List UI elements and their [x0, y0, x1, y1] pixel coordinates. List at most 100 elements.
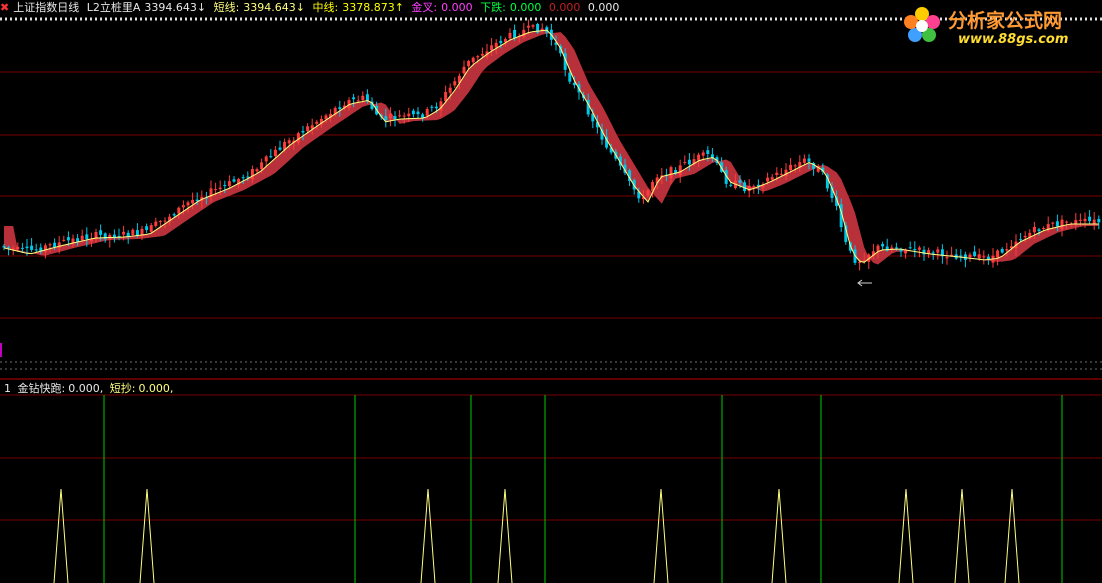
fast-run-value: 0.000, — [68, 382, 104, 395]
candle-body — [172, 214, 176, 216]
candle-body — [669, 167, 673, 179]
candle-body — [287, 140, 291, 144]
candle-body — [697, 154, 701, 161]
candle-body — [729, 184, 733, 186]
candle-body — [20, 247, 24, 249]
signal-green-lines — [103, 395, 1063, 583]
candle-body — [1055, 221, 1059, 227]
candle-body — [53, 242, 57, 248]
candle-body — [1088, 216, 1092, 222]
candle-body — [1078, 219, 1082, 221]
candle-body — [181, 205, 185, 208]
candle-body — [255, 169, 259, 172]
candle-body — [66, 237, 70, 241]
candle-body — [1023, 235, 1027, 238]
candle-body — [338, 107, 342, 110]
left-edge-marker — [0, 343, 2, 357]
sub-panel-index: 1 — [4, 382, 11, 395]
candle-body — [135, 230, 139, 236]
candle-body — [770, 177, 774, 180]
candle-body — [131, 229, 135, 236]
candle-body — [1051, 222, 1055, 224]
candle-body — [223, 184, 227, 186]
candle-body — [476, 56, 480, 58]
candle-body — [218, 187, 222, 190]
candle-body — [738, 180, 742, 183]
candle-body — [1019, 239, 1023, 241]
signal-spike — [420, 488, 436, 583]
candle-body — [306, 126, 310, 132]
candle-body — [706, 150, 710, 155]
candle-body — [973, 251, 977, 257]
candle-body — [250, 169, 254, 180]
candle-body — [959, 255, 963, 257]
candle-body — [388, 114, 392, 119]
signal-spikes — [53, 488, 1020, 583]
sub-panel-legend: 1 金钻快跑: 0.000, 短抄: 0.000, — [4, 382, 176, 396]
candle-body — [490, 45, 494, 51]
signal-spike — [898, 488, 914, 583]
candle-body — [453, 81, 457, 86]
candle-body — [85, 234, 89, 239]
candle-body — [802, 158, 806, 163]
candle-body — [1092, 219, 1096, 224]
candle-body — [227, 181, 231, 187]
candle-body — [315, 121, 319, 124]
signal-spike — [139, 488, 155, 583]
candle-body — [402, 115, 406, 117]
candle-body — [34, 249, 38, 251]
candle-body — [448, 87, 452, 93]
candle-body — [103, 233, 107, 240]
candle-body — [241, 177, 245, 179]
candle-body — [1097, 219, 1101, 223]
watermark-logo: 分析家公式网 www.88gs.com — [900, 4, 1096, 50]
candle-body — [982, 256, 986, 258]
candle-body — [467, 60, 471, 67]
candle-body — [1065, 221, 1069, 223]
candle-body — [779, 173, 783, 175]
candle-body — [232, 179, 236, 182]
candle-body — [99, 230, 103, 235]
candle-body — [264, 156, 268, 162]
candle-body — [499, 40, 503, 44]
candle-body — [260, 162, 264, 170]
candle-body — [1060, 219, 1064, 230]
candle-body — [683, 162, 687, 164]
candle-body — [678, 165, 682, 176]
candle-body — [163, 220, 167, 222]
candle-body — [57, 242, 61, 248]
candle-body — [191, 199, 195, 204]
signal-spike — [771, 488, 787, 583]
candle-body — [513, 29, 517, 39]
candle-body — [269, 156, 273, 158]
candle-body — [43, 245, 47, 253]
signal-spike — [653, 488, 669, 583]
candle-body — [278, 147, 282, 150]
candle-body — [917, 247, 921, 250]
low-marker-label: 2850.71 — [873, 279, 915, 290]
candle-body — [149, 225, 153, 232]
short-copy-label: 短抄: — [109, 382, 136, 395]
candle-body — [876, 245, 880, 252]
candle-body — [936, 249, 940, 253]
candle-body — [522, 29, 526, 37]
candle-body — [384, 116, 388, 121]
candle-body — [646, 190, 650, 196]
candle-body — [945, 257, 949, 259]
candle-body — [177, 207, 181, 214]
candle-body — [158, 221, 162, 223]
candle-body — [154, 221, 158, 226]
candle-body — [76, 238, 80, 242]
candle-body — [531, 25, 535, 27]
candle-body — [908, 247, 912, 249]
candle-body — [7, 247, 11, 249]
candle-body — [11, 248, 15, 250]
candle-body — [687, 159, 691, 165]
candle-body — [462, 66, 466, 74]
candle-body — [996, 250, 1000, 258]
candlestick-chart[interactable]: 2850.71 — [0, 0, 1102, 583]
candle-body — [1005, 249, 1009, 251]
candle-body — [1000, 248, 1004, 253]
candle-body — [62, 239, 66, 241]
candle-body — [80, 235, 84, 241]
